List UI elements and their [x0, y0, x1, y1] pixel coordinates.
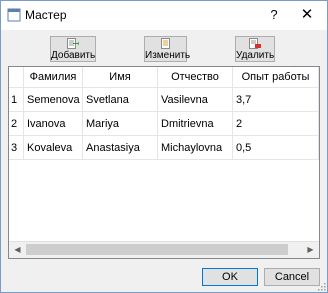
table-cell[interactable]: Mariya	[83, 112, 158, 136]
delete-row-icon	[249, 38, 261, 49]
row-header[interactable]: 2	[9, 112, 24, 136]
ok-button[interactable]: OK	[202, 268, 258, 286]
horizontal-scrollbar[interactable]: ◀ ▶	[9, 241, 319, 258]
help-button[interactable]: ?	[263, 5, 285, 25]
table-cell[interactable]: Anastasiya	[83, 136, 158, 160]
add-button[interactable]: Добавить	[50, 36, 96, 62]
title-bar: Мастер ? ✕	[1, 1, 327, 30]
row-header[interactable]: 3	[9, 136, 24, 160]
dialog-window: Мастер ? ✕ Добавить Изменить Удалить Фам…	[0, 0, 328, 293]
column-header-patronymic[interactable]: Отчество	[158, 67, 233, 88]
delete-button[interactable]: Удалить	[235, 36, 275, 62]
table-corner	[9, 67, 24, 88]
edit-button-label: Изменить	[145, 50, 191, 61]
table-cell[interactable]: Kovaleva	[24, 136, 83, 160]
add-button-label: Добавить	[51, 50, 96, 61]
data-table[interactable]: Фамилия Имя Отчество Опыт работы 1 Semen…	[8, 66, 320, 259]
close-button[interactable]: ✕	[292, 5, 322, 25]
table-cell[interactable]: 2	[233, 112, 319, 136]
row-header[interactable]: 1	[9, 88, 24, 112]
edit-button[interactable]: Изменить	[144, 36, 191, 62]
scroll-left-icon[interactable]: ◀	[9, 242, 26, 258]
column-header-name[interactable]: Имя	[83, 67, 158, 88]
window-title: Мастер	[25, 8, 67, 22]
table-cell[interactable]: Dmitrievna	[158, 112, 233, 136]
column-header-experience[interactable]: Опыт работы	[233, 67, 319, 88]
table-cell[interactable]: Semenova	[24, 88, 83, 112]
edit-row-icon	[160, 38, 170, 49]
scrollbar-thumb[interactable]	[26, 244, 288, 255]
table-cell[interactable]: 0,5	[233, 136, 319, 160]
window-app-icon	[7, 8, 21, 22]
table-cell[interactable]: Ivanova	[24, 112, 83, 136]
resize-grip-icon[interactable]	[317, 282, 326, 291]
table-cell[interactable]: Svetlana	[83, 88, 158, 112]
table-cell[interactable]: 3,7	[233, 88, 319, 112]
add-row-icon	[67, 38, 79, 49]
delete-button-label: Удалить	[236, 50, 275, 61]
table-cell[interactable]: Vasilevna	[158, 88, 233, 112]
column-header-surname[interactable]: Фамилия	[24, 67, 83, 88]
scroll-right-icon[interactable]: ▶	[302, 242, 319, 258]
table-cell[interactable]: Michaylovna	[158, 136, 233, 160]
cancel-button[interactable]: Cancel	[264, 268, 320, 286]
